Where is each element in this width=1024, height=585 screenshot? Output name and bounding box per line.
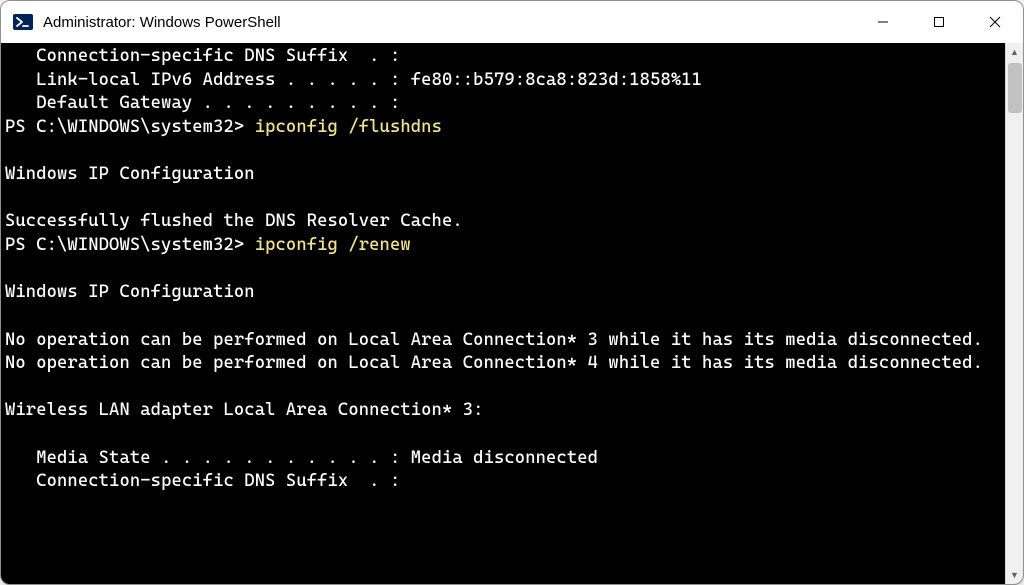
output-text: PS C:\WINDOWS\system32> <box>5 235 255 255</box>
output-text: Connection-specific DNS Suffix . : <box>5 46 400 66</box>
output-text: Wireless LAN adapter Local Area Connecti… <box>5 400 484 420</box>
output-text: Windows IP Configuration <box>5 164 255 184</box>
scroll-up-icon[interactable]: ▲ <box>1006 43 1023 61</box>
close-button[interactable] <box>967 1 1023 43</box>
terminal-line: PS C:\WINDOWS\system32> ipconfig /renew <box>5 234 1005 258</box>
output-text: Successfully flushed the DNS Resolver Ca… <box>5 211 463 231</box>
terminal-line: Wireless LAN adapter Local Area Connecti… <box>5 399 1005 423</box>
terminal-line: PS C:\WINDOWS\system32> ipconfig /flushd… <box>5 116 1005 140</box>
vertical-scrollbar[interactable]: ▲ ▼ <box>1005 43 1023 584</box>
terminal-line: No operation can be performed on Local A… <box>5 329 1005 353</box>
terminal-area: Connection-specific DNS Suffix . : Link-… <box>1 43 1023 584</box>
window-title: Administrator: Windows PowerShell <box>43 14 855 31</box>
terminal-line: No operation can be performed on Local A… <box>5 352 1005 376</box>
terminal-line: Windows IP Configuration <box>5 163 1005 187</box>
minimize-button[interactable] <box>855 1 911 43</box>
command-text: ipconfig /flushdns <box>255 117 442 137</box>
scroll-down-icon[interactable]: ▼ <box>1006 566 1023 584</box>
terminal-line: Connection-specific DNS Suffix . : <box>5 470 1005 494</box>
window-controls <box>855 1 1023 43</box>
output-text: No operation can be performed on Local A… <box>5 330 983 350</box>
terminal-line <box>5 187 1005 211</box>
terminal-line: Default Gateway . . . . . . . . . : <box>5 92 1005 116</box>
output-text: PS C:\WINDOWS\system32> <box>5 117 255 137</box>
maximize-icon <box>933 16 945 28</box>
output-text: Default Gateway . . . . . . . . . : <box>5 93 400 113</box>
terminal-line <box>5 140 1005 164</box>
maximize-button[interactable] <box>911 1 967 43</box>
terminal-line <box>5 305 1005 329</box>
terminal-line: Successfully flushed the DNS Resolver Ca… <box>5 210 1005 234</box>
terminal-line <box>5 423 1005 447</box>
command-text: ipconfig /renew <box>255 235 411 255</box>
terminal-line: Windows IP Configuration <box>5 281 1005 305</box>
output-text: Link-local IPv6 Address . . . . . : fe80… <box>5 70 702 90</box>
close-icon <box>989 16 1001 28</box>
terminal-line <box>5 258 1005 282</box>
titlebar[interactable]: Administrator: Windows PowerShell <box>1 1 1023 43</box>
output-text: No operation can be performed on Local A… <box>5 353 983 373</box>
terminal-line: Media State . . . . . . . . . . . : Medi… <box>5 447 1005 471</box>
terminal-line: Connection-specific DNS Suffix . : <box>5 45 1005 69</box>
minimize-icon <box>877 16 889 28</box>
output-text: Connection-specific DNS Suffix . : <box>5 471 400 491</box>
output-text: Windows IP Configuration <box>5 282 255 302</box>
powershell-window: Administrator: Windows PowerShell Con <box>0 0 1024 585</box>
scroll-thumb[interactable] <box>1008 63 1022 113</box>
terminal-line <box>5 376 1005 400</box>
terminal-line: Link-local IPv6 Address . . . . . : fe80… <box>5 69 1005 93</box>
terminal-output[interactable]: Connection-specific DNS Suffix . : Link-… <box>1 43 1005 584</box>
output-text: Media State . . . . . . . . . . . : Medi… <box>5 448 598 468</box>
powershell-icon <box>13 12 33 32</box>
